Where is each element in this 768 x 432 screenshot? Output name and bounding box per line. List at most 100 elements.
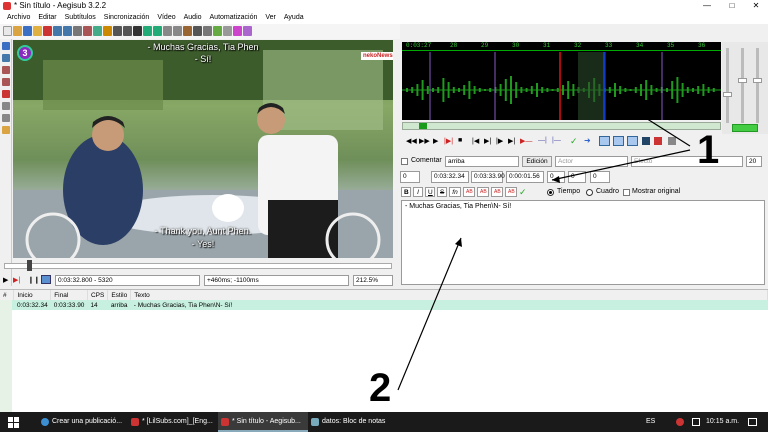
shadow-color-button[interactable]: AB [505, 187, 517, 197]
karaoke-icon[interactable] [642, 137, 650, 145]
menu-ayuda[interactable]: Ayuda [280, 12, 308, 24]
commit-icon[interactable]: ✓ [570, 136, 578, 147]
taskbar-item-browser[interactable]: Crear una publicació... [38, 412, 128, 432]
comment-checkbox[interactable] [401, 158, 408, 165]
table-row[interactable]: 1 0:03:32.34 0:03:33.90 14 arriba - Much… [0, 300, 768, 310]
header-number[interactable]: # [0, 290, 15, 300]
style-edit-button[interactable]: Edición [522, 156, 552, 167]
tray-app-icon[interactable] [676, 418, 684, 426]
maximize-button[interactable]: □ [720, 0, 744, 12]
duration-field[interactable]: 0:00:01.56 [506, 171, 544, 183]
lead-out-icon[interactable]: |— [552, 137, 561, 144]
rotate-xy-tool-icon[interactable] [2, 78, 10, 86]
stop-icon[interactable]: ❙❙ [28, 276, 40, 284]
vector-clip-tool-icon[interactable] [2, 114, 10, 122]
automation-icon[interactable] [73, 26, 82, 36]
header-text[interactable]: Texto [130, 290, 768, 300]
more-options-icon[interactable] [668, 137, 676, 145]
header-style[interactable]: Estilo [107, 290, 132, 300]
strikeout-button[interactable]: S [437, 187, 447, 197]
open-folder-icon[interactable] [13, 26, 22, 36]
zoom-select[interactable]: 212.5% [353, 275, 393, 286]
menu-video[interactable]: Vídeo [153, 12, 179, 24]
network-icon[interactable] [692, 418, 700, 426]
play-current-icon[interactable]: |▶| [444, 137, 453, 145]
link-zoom-toggle[interactable] [732, 124, 758, 132]
time-radio[interactable] [547, 189, 554, 196]
seek-thumb[interactable] [27, 260, 33, 271]
menu-subtitulos[interactable]: Subtítulos [61, 12, 100, 24]
open-audio-icon[interactable] [53, 26, 62, 36]
play-500-after-icon[interactable]: ▶| [484, 137, 491, 145]
play-icon[interactable]: ▶ [3, 276, 8, 284]
vertical-zoom-slider[interactable] [741, 48, 744, 123]
menu-archivo[interactable]: Archivo [3, 12, 34, 24]
underline-button[interactable]: U [425, 187, 435, 197]
kanji-timer-icon[interactable] [193, 26, 202, 36]
outline-color-button[interactable]: AB [491, 187, 503, 197]
header-end[interactable]: Final [50, 290, 88, 300]
save-icon[interactable] [23, 26, 32, 36]
prev-line-icon[interactable]: ◀◀ [406, 137, 417, 145]
styles-manager-icon[interactable] [143, 26, 152, 36]
resample-icon[interactable] [163, 26, 172, 36]
play-line-icon[interactable]: ▶| [13, 276, 20, 284]
header-cps[interactable]: CPS [87, 290, 109, 300]
translation-icon[interactable] [173, 26, 182, 36]
lead-in-icon[interactable]: —| [538, 137, 547, 144]
horizontal-zoom-slider[interactable] [726, 48, 729, 123]
auto-commit-icon[interactable] [627, 136, 638, 146]
menu-audio[interactable]: Audio [180, 12, 206, 24]
spell-check-icon[interactable] [213, 26, 222, 36]
bold-button[interactable]: B [401, 187, 411, 197]
play-500-before-icon[interactable]: |◀ [472, 137, 479, 145]
volume-slider[interactable] [756, 48, 759, 123]
scale-tool-icon[interactable] [2, 90, 10, 98]
fonts-collector-icon[interactable] [103, 26, 112, 36]
next-line-icon[interactable]: ▶▶ [419, 137, 430, 145]
minimize-button[interactable]: — [695, 0, 719, 12]
vertical-zoom-thumb[interactable] [738, 78, 747, 83]
volume-thumb[interactable] [753, 78, 762, 83]
start-time-field[interactable]: 0:03:32.34 [431, 171, 469, 183]
video-details-icon[interactable] [243, 26, 252, 36]
taskbar-item-notepad[interactable]: datos: Bloc de notas [308, 412, 398, 432]
play-selection-icon[interactable]: ▶ [433, 137, 438, 145]
video-time-field[interactable]: 0:03:32.800 - 5320 [55, 275, 200, 286]
font-button[interactable]: fn [449, 187, 461, 197]
find-icon[interactable] [113, 26, 122, 36]
header-start[interactable]: Inicio [13, 290, 52, 300]
close-audio-icon[interactable] [63, 26, 72, 36]
karaoke-split-icon[interactable] [654, 137, 662, 145]
go-to-icon[interactable]: ➜ [584, 136, 591, 145]
show-original-checkbox[interactable] [623, 189, 630, 196]
zoom-icon[interactable] [233, 26, 242, 36]
start-icon[interactable] [8, 417, 19, 428]
secondary-color-button[interactable]: AB [477, 187, 489, 197]
end-time-field[interactable]: 0:03:33.90 [471, 171, 505, 183]
layer-field[interactable]: 0 [400, 171, 420, 183]
auto-scroll-audio-icon[interactable] [599, 136, 610, 146]
timing-postprocessor-icon[interactable] [183, 26, 192, 36]
menu-automatizacion[interactable]: Automatización [206, 12, 262, 24]
effect-field[interactable]: Efecto [631, 156, 743, 167]
video-display[interactable]: 3 nekoNews - Muchas Gracias, Tia Phen - … [13, 40, 393, 258]
margin-vertical-field[interactable]: 0 [590, 171, 610, 183]
close-button[interactable]: ✕ [744, 0, 768, 12]
play-first-500-icon[interactable]: |▶ [496, 137, 503, 145]
jump-icon[interactable] [133, 26, 142, 36]
style-select[interactable]: arriba [445, 156, 519, 167]
italic-button[interactable]: I [413, 187, 423, 197]
play-last-500-icon[interactable]: ▶| [508, 137, 515, 145]
notifications-icon[interactable] [748, 418, 757, 426]
spectrum-icon[interactable] [613, 136, 624, 146]
horizontal-zoom-thumb[interactable] [723, 92, 732, 97]
auto-scroll-icon[interactable] [41, 275, 51, 284]
margin-field[interactable]: 20 [746, 156, 762, 167]
menu-sincronizacion[interactable]: Sincronización [100, 12, 154, 24]
menu-ver[interactable]: Ver [261, 12, 280, 24]
video-seek-bar[interactable] [4, 263, 392, 269]
shift-times-icon[interactable] [203, 26, 212, 36]
close-video-icon[interactable] [43, 26, 52, 36]
primary-color-button[interactable]: AB [463, 187, 475, 197]
